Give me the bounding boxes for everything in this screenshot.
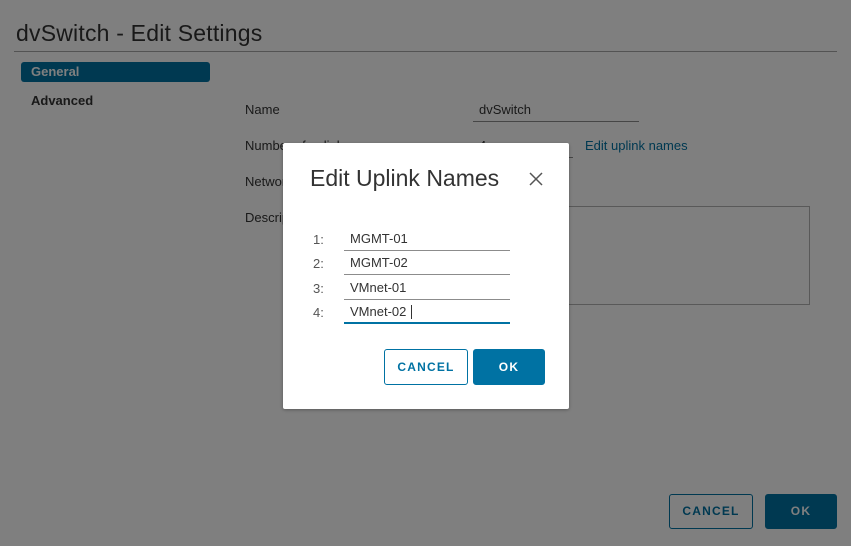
uplink-name-input-3[interactable] — [344, 276, 510, 300]
dialog-title: Edit Uplink Names — [310, 165, 500, 191]
uplink-row-3: 3: — [313, 276, 513, 300]
edit-uplink-names-dialog: Edit Uplink Names 1: 2: 3: 4: CANCEL OK — [283, 143, 569, 409]
uplink-number: 1: — [313, 232, 324, 247]
dialog-ok-button[interactable]: OK — [473, 349, 545, 385]
uplink-number: 3: — [313, 281, 324, 296]
uplink-row-4: 4: — [313, 300, 513, 324]
uplink-row-1: 1: — [313, 227, 513, 251]
dialog-cancel-button[interactable]: CANCEL — [384, 349, 468, 385]
uplink-name-input-4[interactable] — [344, 300, 510, 324]
uplink-name-input-2[interactable] — [344, 251, 510, 275]
uplink-number: 2: — [313, 256, 324, 271]
uplink-name-input-1[interactable] — [344, 227, 510, 251]
close-icon[interactable] — [527, 170, 545, 188]
text-caret — [411, 305, 412, 319]
uplink-row-2: 2: — [313, 251, 513, 275]
uplink-number: 4: — [313, 305, 324, 320]
